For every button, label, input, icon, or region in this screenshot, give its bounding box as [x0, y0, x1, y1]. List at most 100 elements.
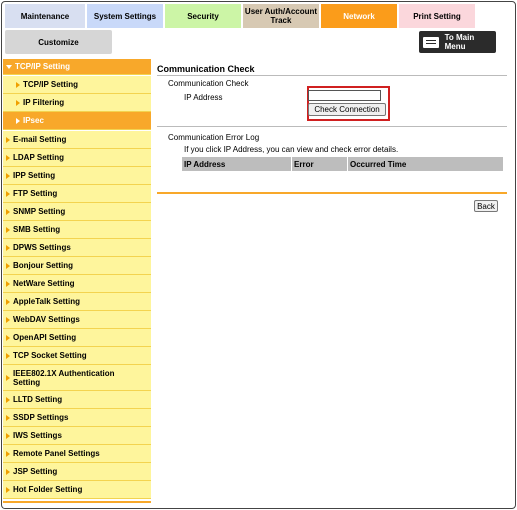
- content-divider: [157, 192, 507, 194]
- sidebar-item-ipsec[interactable]: IPsec: [3, 112, 151, 130]
- sidebar-item-tcp-socket-setting[interactable]: TCP Socket Setting: [3, 347, 151, 365]
- sidebar-item-ftp-setting[interactable]: FTP Setting: [3, 185, 151, 203]
- sidebar-item-label: AppleTalk Setting: [13, 297, 80, 306]
- sidebar-item-email-setting[interactable]: E-mail Setting: [3, 131, 151, 149]
- sidebar-item-label: JSP Setting: [13, 467, 58, 476]
- sidebar-item-label: SNMP Setting: [13, 207, 66, 216]
- ip-address-label: IP Address: [184, 93, 223, 102]
- sidebar-item-ldap-setting[interactable]: LDAP Setting: [3, 149, 151, 167]
- sidebar: TCP/IP Setting TCP/IP Setting IP Filteri…: [3, 59, 151, 508]
- chevron-right-icon: [16, 117, 20, 124]
- tab-print-setting[interactable]: Print Setting: [399, 4, 477, 28]
- error-log-hint: If you click IP Address, you can view an…: [184, 145, 399, 154]
- chevron-right-icon: [6, 450, 10, 457]
- sidebar-item-label: LLTD Setting: [13, 395, 63, 404]
- main-content: Communication Check Communication Check …: [157, 60, 507, 260]
- sidebar-item-label: SMB Setting: [13, 225, 61, 234]
- sidebar-item-openapi-setting[interactable]: OpenAPI Setting: [3, 329, 151, 347]
- title-divider: [157, 75, 507, 76]
- sidebar-item-label: TCP Socket Setting: [13, 351, 87, 360]
- chevron-right-icon: [6, 334, 10, 341]
- sidebar-item-hot-folder-setting[interactable]: Hot Folder Setting: [3, 481, 151, 499]
- sidebar-divider: [3, 501, 151, 503]
- sidebar-item-label: IP Filtering: [23, 98, 65, 107]
- column-header-ip-address[interactable]: IP Address: [182, 157, 292, 171]
- sidebar-item-ip-filtering[interactable]: IP Filtering: [3, 94, 151, 112]
- main-menu-button[interactable]: To Main Menu: [419, 31, 496, 53]
- chevron-right-icon: [6, 262, 10, 269]
- tab-network[interactable]: Network: [321, 4, 399, 28]
- app-frame: Maintenance System Settings Security Use…: [1, 1, 516, 509]
- chevron-right-icon: [6, 172, 10, 179]
- sidebar-item-webdav-settings[interactable]: WebDAV Settings: [3, 311, 151, 329]
- sidebar-item-ssdp-settings[interactable]: SSDP Settings: [3, 409, 151, 427]
- section-divider: [157, 126, 507, 127]
- top-tabs: Maintenance System Settings Security Use…: [5, 4, 505, 28]
- sidebar-item-label: OpenAPI Setting: [13, 333, 77, 342]
- sidebar-item-label: DPWS Settings: [13, 243, 71, 252]
- sidebar-item-lltd-setting[interactable]: LLTD Setting: [3, 391, 151, 409]
- sidebar-item-label: NetWare Setting: [13, 279, 75, 288]
- sidebar-item-label: FTP Setting: [13, 189, 58, 198]
- sidebar-item-jsp-setting[interactable]: JSP Setting: [3, 463, 151, 481]
- chevron-right-icon: [6, 136, 10, 143]
- sidebar-item-ipp-setting[interactable]: IPP Setting: [3, 167, 151, 185]
- sidebar-item-label: TCP/IP Setting: [15, 62, 70, 71]
- check-connection-button[interactable]: Check Connection: [308, 103, 386, 116]
- chevron-right-icon: [6, 208, 10, 215]
- chevron-right-icon: [6, 244, 10, 251]
- customize-button[interactable]: Customize: [5, 30, 112, 54]
- section-title-communication-check: Communication Check: [168, 79, 249, 88]
- chevron-right-icon: [6, 352, 10, 359]
- sidebar-item-label: TCP/IP Setting: [23, 80, 78, 89]
- sidebar-item-label: LDAP Setting: [13, 153, 64, 162]
- sidebar-item-remote-panel-settings[interactable]: Remote Panel Settings: [3, 445, 151, 463]
- sidebar-item-label: WebDAV Settings: [13, 315, 80, 324]
- chevron-right-icon: [6, 154, 10, 161]
- sidebar-item-label: IWS Settings: [13, 431, 62, 440]
- chevron-right-icon: [6, 298, 10, 305]
- error-log-table-header: IP Address Error Occurred Time: [182, 157, 503, 171]
- ip-address-input[interactable]: [308, 90, 381, 101]
- tab-security[interactable]: Security: [165, 4, 243, 28]
- main-menu-label: To Main Menu: [444, 33, 475, 51]
- chevron-right-icon: [6, 190, 10, 197]
- chevron-right-icon: [16, 81, 20, 88]
- sidebar-item-label: Hot Folder Setting: [13, 485, 83, 494]
- sidebar-item-bonjour-setting[interactable]: Bonjour Setting: [3, 257, 151, 275]
- chevron-right-icon: [6, 414, 10, 421]
- sidebar-item-label: SSDP Settings: [13, 413, 69, 422]
- chevron-right-icon: [16, 99, 20, 106]
- sidebar-item-appletalk-setting[interactable]: AppleTalk Setting: [3, 293, 151, 311]
- tab-user-auth-account-track[interactable]: User Auth/Account Track: [243, 4, 321, 28]
- sidebar-item-label: E-mail Setting: [13, 135, 67, 144]
- section-title-error-log: Communication Error Log: [168, 133, 260, 142]
- tab-maintenance[interactable]: Maintenance: [5, 4, 87, 28]
- sidebar-item-tcpip-setting[interactable]: TCP/IP Setting: [3, 76, 151, 94]
- back-button[interactable]: Back: [474, 200, 498, 212]
- sidebar-item-label: Bonjour Setting: [13, 261, 73, 270]
- sidebar-item-label: Remote Panel Settings: [13, 449, 100, 458]
- sidebar-item-ieee8021x-authentication-setting[interactable]: IEEE802.1X Authentication Setting: [3, 365, 151, 391]
- chevron-right-icon: [6, 396, 10, 403]
- sidebar-item-label: IPP Setting: [13, 171, 56, 180]
- sidebar-item-label: IEEE802.1X Authentication Setting: [13, 368, 115, 387]
- sidebar-item-iws-settings[interactable]: IWS Settings: [3, 427, 151, 445]
- sidebar-item-smb-setting[interactable]: SMB Setting: [3, 221, 151, 239]
- chevron-right-icon: [6, 374, 10, 381]
- sidebar-item-label: IPsec: [23, 116, 44, 125]
- main-menu-icon: [423, 36, 439, 48]
- sidebar-item-dpws-settings[interactable]: DPWS Settings: [3, 239, 151, 257]
- sidebar-item-netware-setting[interactable]: NetWare Setting: [3, 275, 151, 293]
- sidebar-item-snmp-setting[interactable]: SNMP Setting: [3, 203, 151, 221]
- tab-system-settings[interactable]: System Settings: [87, 4, 165, 28]
- chevron-right-icon: [6, 468, 10, 475]
- chevron-down-icon: [6, 64, 12, 69]
- sidebar-item-tcpip-setting-header[interactable]: TCP/IP Setting: [3, 59, 151, 75]
- column-header-occurred-time: Occurred Time: [350, 159, 407, 169]
- chevron-right-icon: [6, 226, 10, 233]
- column-header-error: Error: [292, 157, 348, 171]
- chevron-right-icon: [6, 280, 10, 287]
- chevron-right-icon: [6, 316, 10, 323]
- page-title: Communication Check: [157, 64, 255, 74]
